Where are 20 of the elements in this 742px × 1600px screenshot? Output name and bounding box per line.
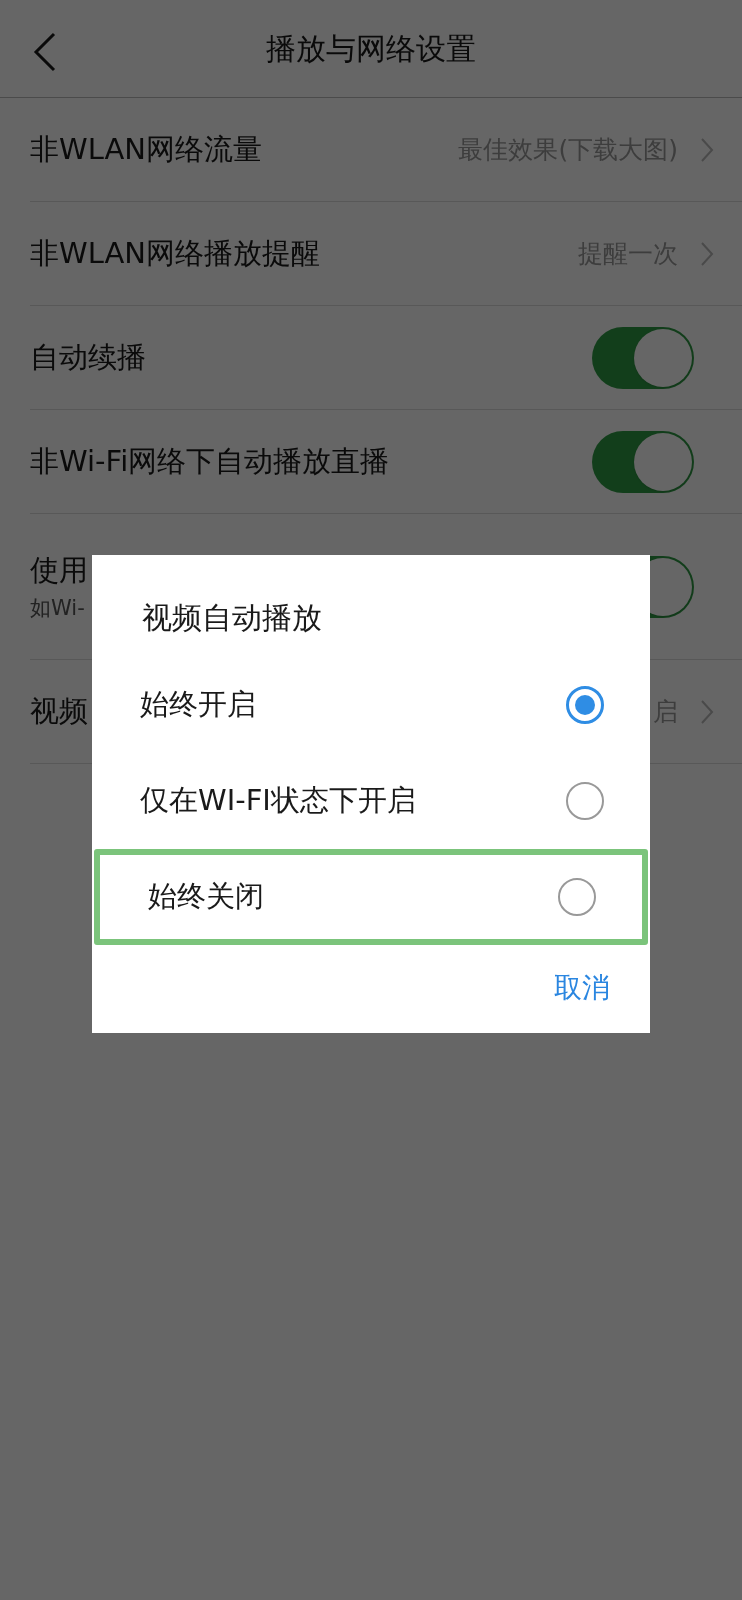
radio-button[interactable]	[558, 878, 596, 916]
dialog-title: 视频自动播放	[141, 598, 323, 637]
setting-label: 视频	[30, 692, 88, 730]
setting-label: 非WLAN网络流量	[30, 130, 263, 168]
dialog-option[interactable]: 仅在WI-FI状态下开启	[92, 753, 650, 849]
chevron-icon	[700, 240, 714, 267]
setting-description: 如Wi-	[30, 594, 85, 622]
page-title: 播放与网络设置	[266, 30, 476, 68]
chevron-icon	[700, 698, 714, 725]
setting-label: 使用	[30, 552, 88, 589]
radio-button[interactable]	[566, 686, 604, 724]
setting-label: 非WLAN网络播放提醒	[30, 234, 321, 272]
setting-label: 非Wi-Fi网络下自动播放直播	[30, 442, 390, 480]
back-icon[interactable]	[33, 32, 57, 72]
dialog-option[interactable]: 始终开启	[92, 657, 650, 753]
radio-button[interactable]	[566, 782, 604, 820]
setting-label: 自动续播	[30, 338, 146, 376]
cancel-button[interactable]: 取消	[552, 967, 612, 1009]
chevron-icon	[700, 136, 714, 163]
dialog-option[interactable]: 始终关闭	[94, 849, 648, 945]
